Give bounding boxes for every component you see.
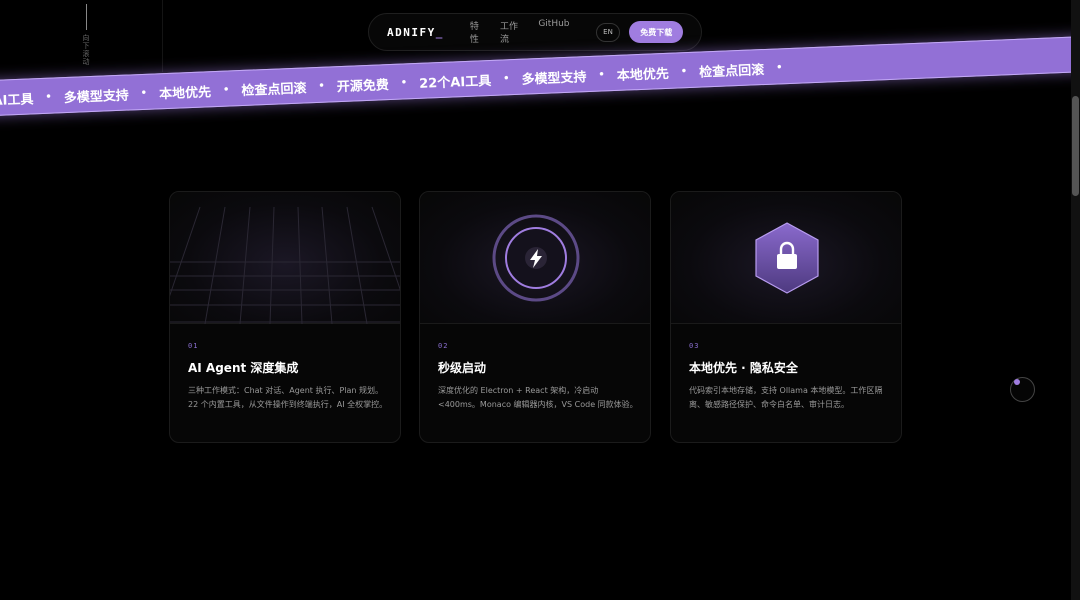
feature-card-privacy: 03 本地优先 · 隐私安全 代码索引本地存储，支持 Ollama 本地模型。工… <box>670 191 902 443</box>
marquee-item: 检查点回滚 <box>241 81 307 99</box>
language-toggle-button[interactable]: EN <box>595 22 621 42</box>
marquee-separator: • <box>680 66 688 78</box>
card-title: 秒级启动 <box>438 361 487 375</box>
card-visual-lock <box>671 192 901 324</box>
card-number: 02 <box>438 342 449 350</box>
marquee-separator: • <box>222 84 230 96</box>
marquee-item: 本地优先 <box>158 85 212 103</box>
nav-link-workflow[interactable]: 工作流 <box>500 19 524 45</box>
marquee-separator: • <box>45 91 52 103</box>
feature-card-startup: 02 秒级启动 深度优化的 Electron + React 架构，冷启动 <4… <box>419 191 651 443</box>
card-description: 代码索引本地存储，支持 Ollama 本地模型。工作区隔离、敏感路径保护、命令白… <box>689 386 883 409</box>
marquee-item: 检查点回滚 <box>698 63 765 81</box>
card-number: 03 <box>689 342 700 350</box>
card-body: 03 本地优先 · 隐私安全 代码索引本地存储，支持 Ollama 本地模型。工… <box>689 342 889 412</box>
card-visual-grid <box>170 192 400 324</box>
top-nav: ADNIFY_ 特性 工作流 GitHub EN 免费下载 <box>368 13 702 51</box>
marquee-separator: • <box>775 62 783 74</box>
marquee-item: 多模型支持 <box>63 88 130 107</box>
side-divider <box>162 0 163 72</box>
marquee-separator: • <box>400 77 408 89</box>
nav-link-features[interactable]: 特性 <box>470 19 486 45</box>
card-description: 三种工作模式：Chat 对话、Agent 执行、Plan 规划。22 个内置工具… <box>188 386 388 409</box>
scrollbar[interactable] <box>1071 0 1080 600</box>
marquee-item: 多模型支持 <box>521 70 587 88</box>
grid-perspective-icon <box>170 206 400 324</box>
card-description: 深度优化的 Electron + React 架构，冷启动 <400ms。Mon… <box>438 386 638 409</box>
card-title: 本地优先 · 隐私安全 <box>689 361 798 375</box>
scroll-hint-line <box>86 4 87 30</box>
card-body: 01 AI Agent 深度集成 三种工作模式：Chat 对话、Agent 执行… <box>188 342 388 412</box>
card-body: 02 秒级启动 深度优化的 Electron + React 架构，冷启动 <4… <box>438 342 638 412</box>
nav-links: 特性 工作流 GitHub <box>470 19 570 45</box>
marquee-separator: • <box>318 80 326 92</box>
marquee-item: 本地优先 <box>616 66 670 84</box>
marquee-track: AI工具 • 多模型支持 • 本地优先 • 检查点回滚 • 开源免费 • 22个AI工具 • 多模型支持… <box>0 58 795 109</box>
lightning-icon <box>492 214 580 302</box>
download-button[interactable]: 免费下载 <box>629 21 683 43</box>
marquee-separator: • <box>140 87 148 100</box>
marquee-separator: • <box>502 73 510 85</box>
feature-card-agent: 01 AI Agent 深度集成 三种工作模式：Chat 对话、Agent 执行… <box>169 191 401 443</box>
card-number: 01 <box>188 342 199 350</box>
logo[interactable]: ADNIFY_ <box>387 26 444 39</box>
nav-link-github[interactable]: GitHub <box>538 19 569 45</box>
marquee-item: 22个AI工具 <box>418 73 492 92</box>
marquee-item: 开源免费 <box>336 78 390 96</box>
scroll-hint-label: 向下滚动 <box>82 34 90 66</box>
scrollbar-thumb[interactable] <box>1072 96 1079 196</box>
floating-indicator-dot <box>1014 379 1020 385</box>
marquee-item: AI工具 <box>0 92 34 109</box>
lock-icon <box>755 222 819 294</box>
card-title: AI Agent 深度集成 <box>188 361 299 375</box>
marquee-separator: • <box>598 69 606 81</box>
card-visual-lightning <box>420 192 650 324</box>
